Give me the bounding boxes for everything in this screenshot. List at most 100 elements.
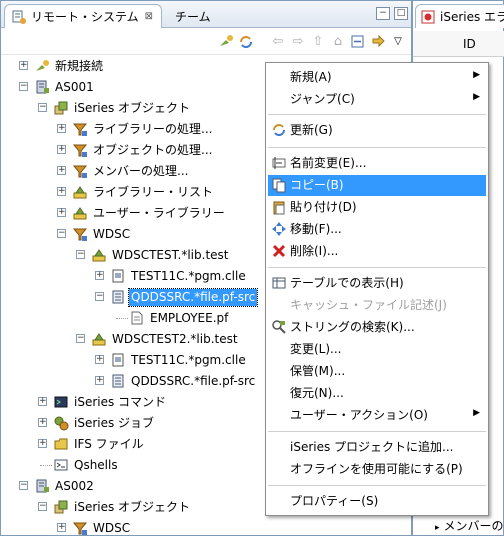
- tree-connector-line: [116, 318, 128, 319]
- forward-icon[interactable]: ⇨: [289, 33, 307, 51]
- minimize-button[interactable]: −: [376, 7, 390, 20]
- menu-item-label: 保管(M)...: [290, 364, 346, 378]
- link-with-editor-icon[interactable]: [369, 33, 387, 51]
- tree-item-label: ライブラリーの処理...: [93, 122, 213, 136]
- collapse-icon[interactable]: −: [95, 292, 104, 301]
- back-icon[interactable]: ⇦: [269, 33, 287, 51]
- collapse-all-icon[interactable]: [349, 33, 367, 51]
- search-string-icon: [271, 319, 287, 335]
- collapse-icon[interactable]: −: [57, 229, 66, 238]
- refresh-icon[interactable]: [237, 33, 255, 51]
- menu-item-find-string[interactable]: ストリングの検索(K)...: [268, 317, 486, 338]
- menu-item-delete[interactable]: 削除(I)...: [268, 241, 486, 262]
- new-connection-icon[interactable]: [217, 33, 235, 51]
- expand-icon[interactable]: +: [57, 187, 66, 196]
- menu-item-move[interactable]: 移動(F)...: [268, 219, 486, 240]
- menu-item-label: ジャンプ(C): [290, 92, 355, 106]
- menu-item-properties[interactable]: プロパティー(S): [268, 491, 486, 512]
- tree-item-label: iSeries ジョブ: [74, 416, 155, 430]
- collapse-icon[interactable]: −: [19, 82, 28, 91]
- tree-item-label: iSeries オブジェクト: [74, 101, 191, 115]
- rename-icon: [271, 155, 287, 171]
- system-icon: [34, 478, 50, 494]
- menu-item-restore[interactable]: 復元(N)...: [268, 383, 486, 404]
- menu-item-save[interactable]: 保管(M)...: [268, 361, 486, 382]
- expand-arrow-icon: ▸: [435, 523, 440, 533]
- menu-item-go-to[interactable]: ジャンプ(C) ▶: [268, 89, 486, 110]
- expand-icon[interactable]: +: [57, 208, 66, 217]
- menu-separator: [268, 267, 486, 268]
- error-list-item[interactable]: ▸ メンバーの: [435, 517, 504, 534]
- expand-icon[interactable]: +: [95, 271, 104, 280]
- tree-item-wdsc-2[interactable]: + WDSC: [1, 518, 411, 536]
- tree-item-label: TEST11C.*pgm.clle: [131, 269, 246, 283]
- tree-item-label: WDSC: [93, 227, 131, 241]
- collapse-icon[interactable]: −: [19, 481, 28, 490]
- menu-item-label: 移動(F)...: [290, 222, 342, 236]
- expand-icon[interactable]: +: [57, 124, 66, 133]
- tab-iseries-error-list[interactable]: iSeries エラ: [415, 4, 504, 28]
- menu-item-user-actions[interactable]: ユーザー・アクション(O) ▶: [268, 405, 486, 426]
- filter-icon: [72, 121, 88, 137]
- menu-item-add-to-iseries-project[interactable]: iSeries プロジェクトに追加...: [268, 437, 486, 458]
- expand-icon[interactable]: +: [95, 355, 104, 364]
- collapse-icon[interactable]: −: [76, 334, 85, 343]
- expand-icon[interactable]: +: [38, 418, 47, 427]
- menu-item-make-available-offline[interactable]: オフラインを使用可能にする(P): [268, 459, 486, 480]
- menu-separator: [268, 485, 486, 486]
- library-icon: [91, 331, 107, 347]
- menu-item-label: コピー(B): [290, 178, 344, 192]
- tree-item-label: QDDSSRC.*file.pf-src: [127, 288, 259, 307]
- iseries-objects-icon: [53, 100, 69, 116]
- context-menu: 新規(A) ▶ ジャンプ(C) ▶ 更新(G) 名前変更(E)... コピー(B) 貼り付け(…: [265, 62, 489, 516]
- copy-icon: [271, 177, 287, 193]
- expand-icon[interactable]: +: [57, 523, 66, 532]
- expand-icon[interactable]: +: [38, 397, 47, 406]
- column-header-id[interactable]: ID: [463, 37, 476, 51]
- collapse-icon[interactable]: −: [38, 502, 47, 511]
- tree-item-label: WDSCTEST.*lib.test: [112, 248, 229, 262]
- home-icon[interactable]: ⌂: [329, 33, 347, 51]
- menu-item-copy[interactable]: コピー(B): [268, 175, 486, 196]
- close-icon[interactable]: ⊠: [145, 11, 153, 22]
- expand-icon[interactable]: +: [57, 145, 66, 154]
- menu-item-label: ユーザー・アクション(O): [290, 408, 428, 422]
- menu-item-label: テーブルでの表示(H): [290, 276, 404, 290]
- menu-item-label: キャッシュ・ファイル記述(J): [290, 298, 447, 312]
- source-file-icon: [110, 289, 126, 305]
- tab-team[interactable]: チーム: [169, 4, 259, 28]
- delete-icon: [271, 243, 287, 259]
- menu-item-show-in-table[interactable]: テーブルでの表示(H): [268, 273, 486, 294]
- error-list-item-label: メンバーの: [443, 519, 504, 533]
- collapse-icon[interactable]: −: [38, 103, 47, 112]
- menu-item-refresh[interactable]: 更新(G): [268, 120, 486, 141]
- menu-item-new[interactable]: 新規(A) ▶: [268, 67, 486, 88]
- tree-item-label: AS002: [55, 479, 94, 493]
- up-icon[interactable]: ⇧: [309, 33, 327, 51]
- expand-icon[interactable]: +: [57, 166, 66, 175]
- system-icon: [34, 79, 50, 95]
- expand-icon[interactable]: +: [95, 376, 104, 385]
- menu-item-change[interactable]: 変更(L)...: [268, 339, 486, 360]
- table-icon: [271, 275, 287, 291]
- menu-item-rename[interactable]: 名前変更(E)...: [268, 153, 486, 174]
- tree-item-label: TEST11C.*pgm.clle: [131, 353, 246, 367]
- filter-icon: [72, 142, 88, 158]
- maximize-button[interactable]: □: [394, 7, 408, 20]
- menu-item-paste[interactable]: 貼り付け(D): [268, 197, 486, 218]
- jobs-icon: [53, 415, 69, 431]
- menu-item-label: 更新(G): [290, 123, 333, 137]
- menu-item-cache-file-description: キャッシュ・ファイル記述(J): [268, 295, 486, 316]
- tab-remote-systems[interactable]: リモート・システム ⊠: [4, 4, 162, 28]
- ifs-folder-icon: [53, 436, 69, 452]
- expand-icon[interactable]: +: [38, 439, 47, 448]
- tree-item-label: QDDSSRC.*file.pf-src: [131, 374, 256, 388]
- view-menu-icon[interactable]: ▽: [389, 33, 407, 51]
- source-file-icon: [110, 373, 126, 389]
- tree-item-label: iSeries コマンド: [74, 395, 167, 409]
- menu-item-label: オフラインを使用可能にする(P): [290, 462, 463, 476]
- menu-item-label: iSeries プロジェクトに追加...: [290, 440, 454, 454]
- collapse-icon[interactable]: −: [76, 250, 85, 259]
- expand-icon[interactable]: +: [19, 61, 28, 70]
- menu-item-label: 貼り付け(D): [290, 200, 357, 214]
